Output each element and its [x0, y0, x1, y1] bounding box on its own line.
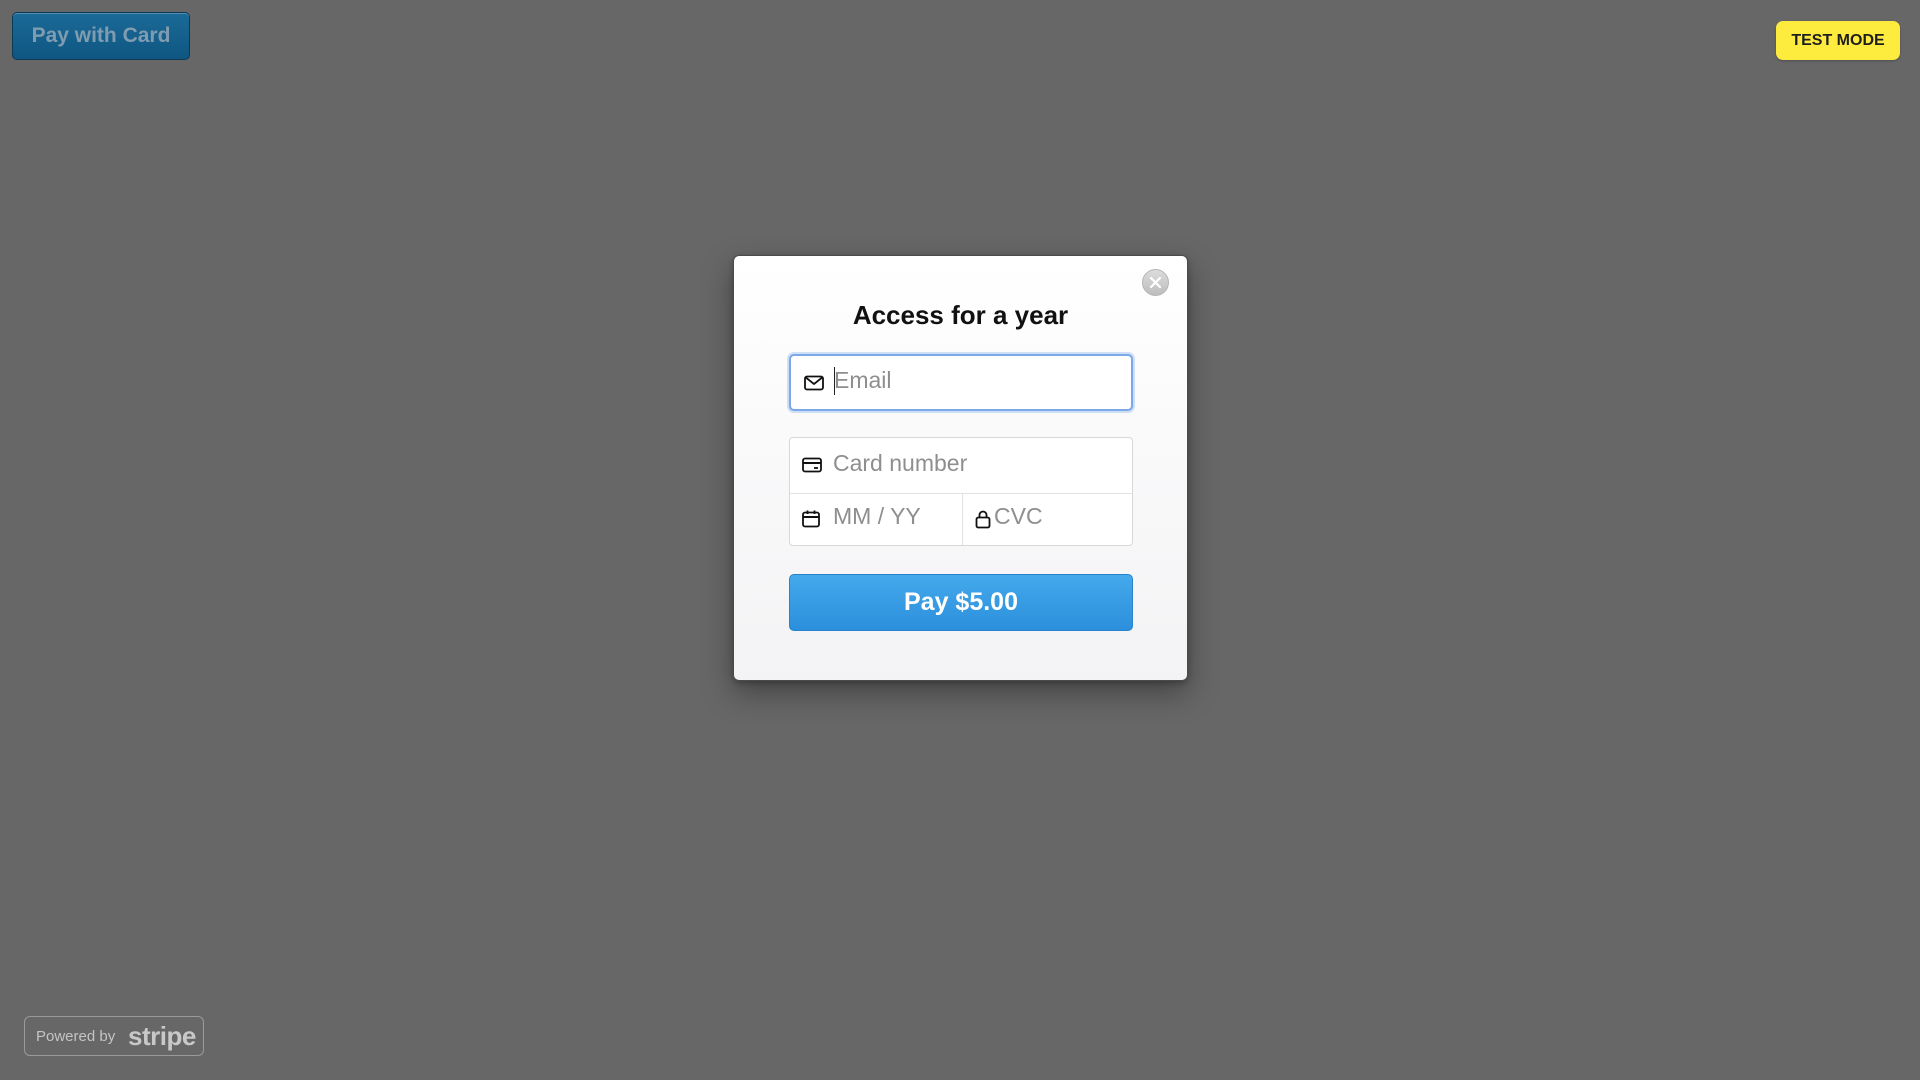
checkout-page: Pay with Card TEST MODE Access for a yea…: [0, 0, 1920, 1080]
checkout-modal: Access for a year Email Card number MM /…: [733, 255, 1188, 681]
modal-title: Access for a year: [852, 300, 1069, 330]
close-icon: [1149, 276, 1162, 289]
close-button[interactable]: [1142, 269, 1169, 296]
card-number-placeholder: Card number: [833, 450, 968, 476]
email-field[interactable]: Email: [789, 354, 1133, 411]
pay-button[interactable]: Pay $5.00: [789, 574, 1133, 631]
test-mode-badge: TEST MODE: [1776, 21, 1900, 60]
expiry-field[interactable]: MM / YY: [790, 494, 963, 545]
card-details-group: Card number MM / YY CVC: [789, 437, 1133, 546]
calendar-icon: [802, 510, 820, 528]
lock-icon: [975, 510, 991, 529]
stripe-logo: stripe: [128, 1021, 196, 1051]
pay-with-card-button[interactable]: Pay with Card: [12, 12, 190, 60]
envelope-icon: [804, 375, 824, 391]
email-placeholder: Email: [834, 367, 892, 393]
credit-card-icon: [802, 457, 822, 473]
powered-by-label: Powered by: [36, 1028, 116, 1045]
card-number-field[interactable]: Card number: [790, 438, 1132, 494]
cvc-field[interactable]: CVC: [963, 494, 1132, 545]
expiry-placeholder: MM / YY: [833, 503, 921, 529]
cvc-placeholder: CVC: [994, 503, 1043, 529]
powered-by-stripe-link[interactable]: Powered by stripe: [24, 1016, 204, 1056]
